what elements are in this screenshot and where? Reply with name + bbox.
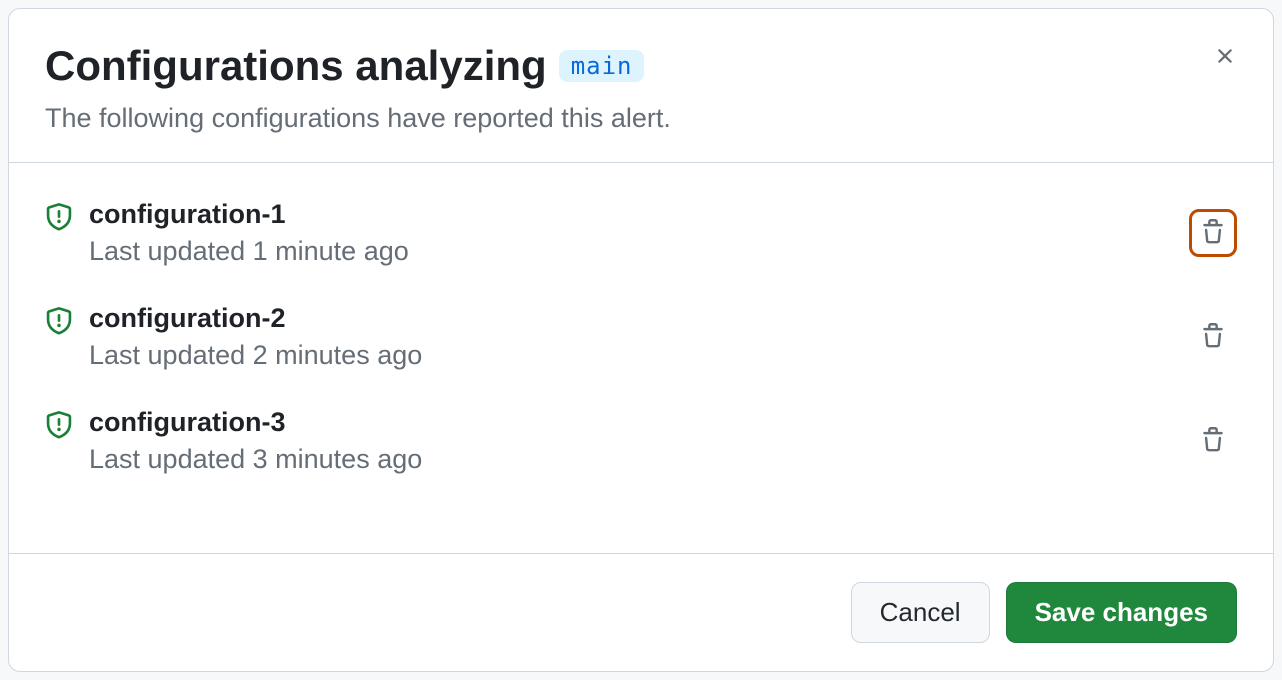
config-info: configuration-3 Last updated 3 minutes ag…: [89, 407, 1173, 475]
config-item: configuration-3 Last updated 3 minutes ag…: [45, 395, 1237, 499]
dialog-subtitle: The following configurations have report…: [45, 103, 1237, 134]
shield-alert-icon: [45, 307, 73, 340]
config-name: configuration-2: [89, 303, 1173, 334]
close-button[interactable]: [1207, 39, 1243, 75]
trash-icon: [1200, 323, 1226, 352]
config-name: configuration-3: [89, 407, 1173, 438]
config-item: configuration-1 Last updated 1 minute ago: [45, 187, 1237, 291]
dialog-header: Configurations analyzing main The follow…: [9, 9, 1273, 163]
delete-config-button[interactable]: [1189, 417, 1237, 465]
delete-config-button[interactable]: [1189, 313, 1237, 361]
config-list: configuration-1 Last updated 1 minute ago…: [9, 163, 1273, 553]
branch-badge: main: [559, 50, 645, 82]
delete-config-button[interactable]: [1189, 209, 1237, 257]
config-item: configuration-2 Last updated 2 minutes ag…: [45, 291, 1237, 395]
config-name: configuration-1: [89, 199, 1173, 230]
config-meta: Last updated 1 minute ago: [89, 236, 1173, 267]
dialog-title: Configurations analyzing: [45, 41, 547, 91]
close-icon: [1213, 44, 1237, 71]
shield-alert-icon: [45, 411, 73, 444]
shield-alert-icon: [45, 203, 73, 236]
trash-icon: [1200, 427, 1226, 456]
trash-icon: [1200, 219, 1226, 248]
save-button[interactable]: Save changes: [1006, 582, 1237, 643]
cancel-button[interactable]: Cancel: [851, 582, 990, 643]
configurations-dialog: Configurations analyzing main The follow…: [8, 8, 1274, 672]
title-row: Configurations analyzing main: [45, 41, 1237, 91]
config-info: configuration-1 Last updated 1 minute ago: [89, 199, 1173, 267]
config-info: configuration-2 Last updated 2 minutes ag…: [89, 303, 1173, 371]
config-meta: Last updated 2 minutes ago: [89, 340, 1173, 371]
dialog-footer: Cancel Save changes: [9, 553, 1273, 671]
config-meta: Last updated 3 minutes ago: [89, 444, 1173, 475]
